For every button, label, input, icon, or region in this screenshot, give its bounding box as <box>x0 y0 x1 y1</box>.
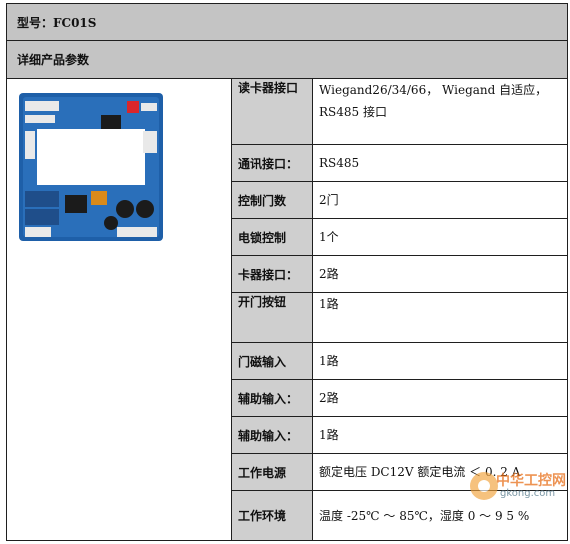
spec-label: 辅助输入： <box>231 379 313 417</box>
watermark-brand: 中华工控网 <box>496 473 566 489</box>
spec-label: 卡器接口： <box>231 255 313 293</box>
spec-value: 2路 <box>311 255 569 293</box>
spec-value: 1路 <box>311 416 569 454</box>
spec-label: 门磁输入 <box>231 342 313 380</box>
spec-value: 2门 <box>311 181 569 219</box>
spec-label: 电锁控制 <box>231 218 313 256</box>
spec-label: 通讯接口： <box>231 144 313 182</box>
spec-value: 1路 <box>311 342 569 380</box>
watermark-logo: 中华工控网 gkong.com <box>452 468 566 508</box>
model-header: 型号：FC01S <box>5 3 569 41</box>
spec-label: 辅助输入： <box>231 416 313 454</box>
circuit-board-image <box>19 93 163 241</box>
product-image-cell <box>6 78 232 541</box>
watermark-domain: gkong.com <box>500 488 556 499</box>
spec-label: 工作环境 <box>231 490 313 541</box>
spec-label: 开门按钮 <box>231 292 313 343</box>
spec-value: RS485 <box>311 144 569 182</box>
spec-label: 控制门数 <box>231 181 313 219</box>
spec-sheet: 型号：FC01S 详细产品参数 读卡器接口 Wiegand26/34/66， W… <box>5 3 569 541</box>
gear-icon <box>470 472 498 500</box>
spec-label: 工作电源 <box>231 453 313 491</box>
section-title: 详细产品参数 <box>5 40 569 79</box>
spec-value: 1路 <box>311 292 569 343</box>
spec-value: 2路 <box>311 379 569 417</box>
spec-value: Wiegand26/34/66， Wiegand 自适应，RS485 接口 <box>311 78 569 145</box>
spec-label: 读卡器接口 <box>231 78 313 145</box>
spec-value: 1个 <box>311 218 569 256</box>
